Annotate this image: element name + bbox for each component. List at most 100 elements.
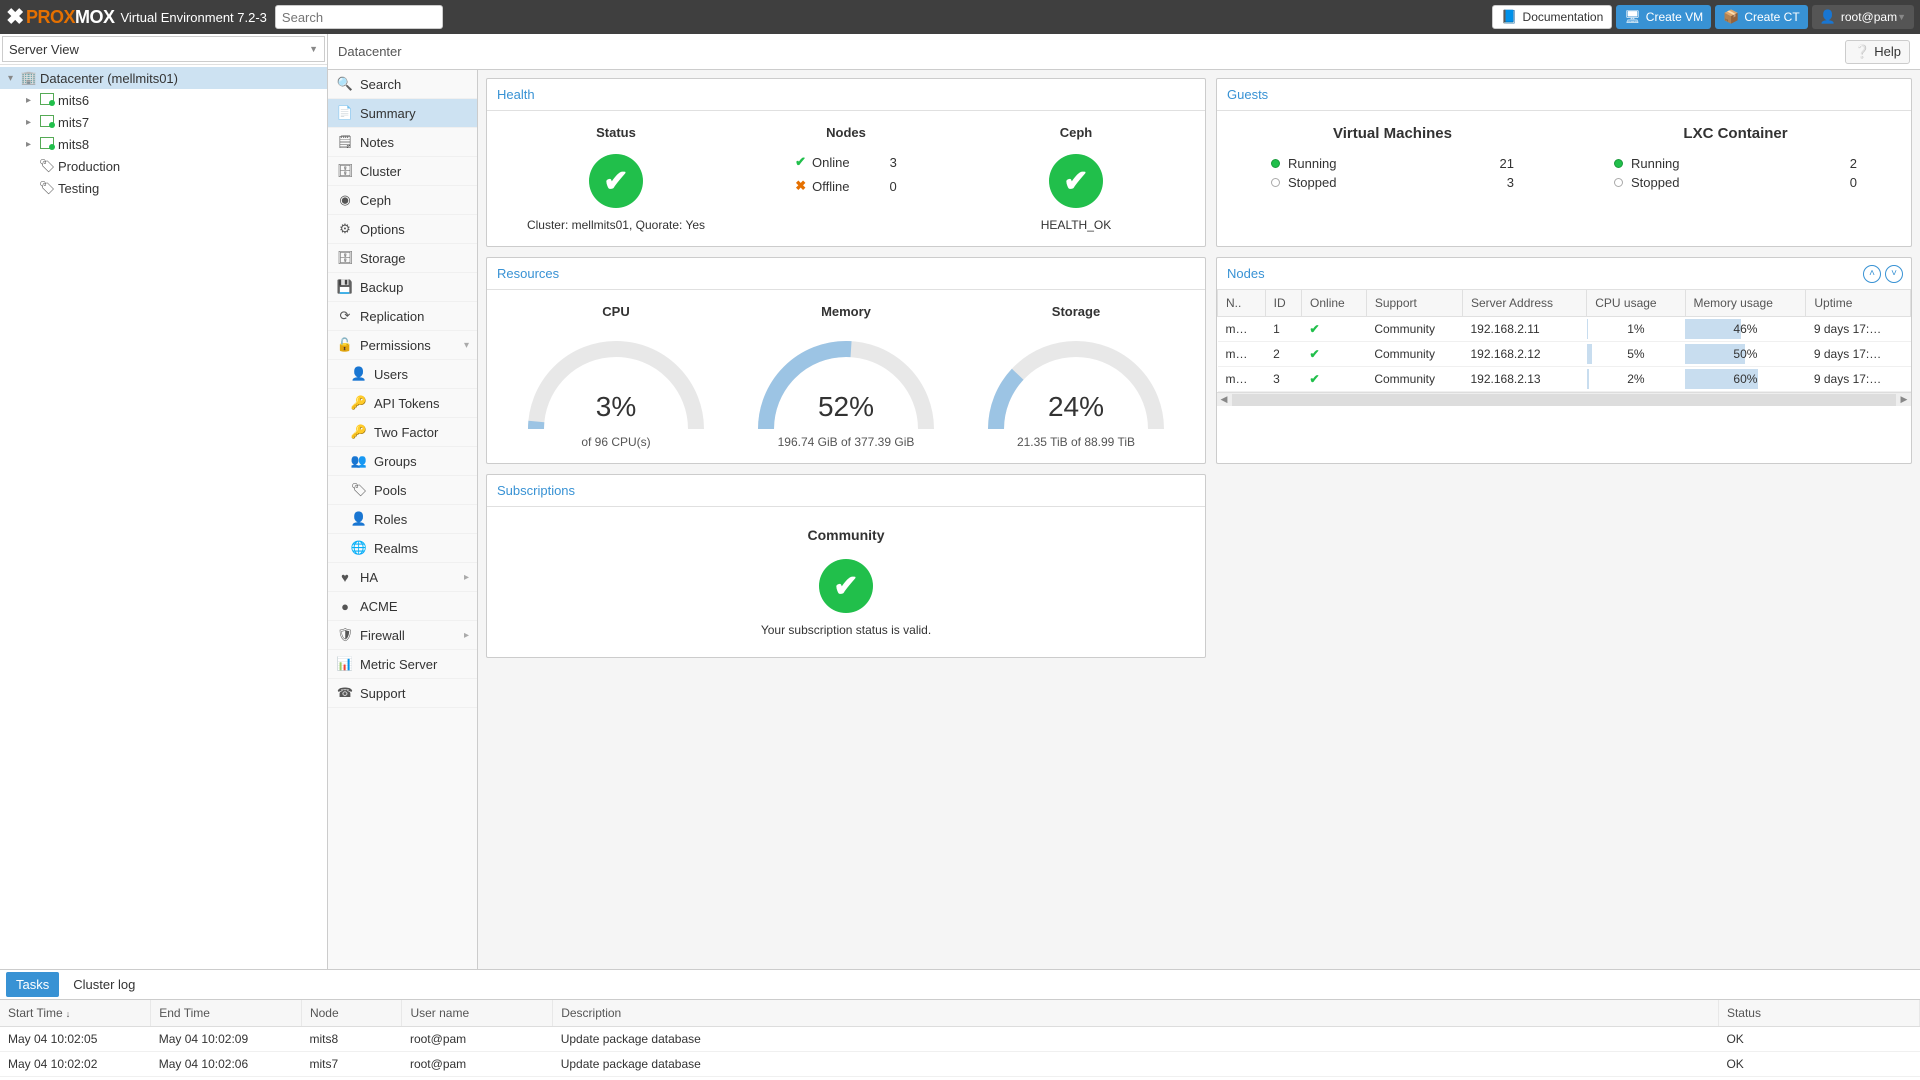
expand-icon: ▾ [464,340,469,351]
inner-nav: 🔍Search📄Summary🗒Notes🗄Cluster◉Ceph⚙Optio… [328,70,478,969]
scroll-right-icon[interactable]: ▶ [1897,394,1911,405]
col-header[interactable]: Uptime [1806,290,1911,317]
nav-item-summary[interactable]: 📄Summary [328,99,477,128]
nodes-panel: Nodes ˄ ˅ N..IDOnlineSupportServer Addre… [1216,257,1912,464]
nav-item-two-factor[interactable]: 🔑Two Factor [328,418,477,447]
tag-icon: 🏷 [38,158,56,174]
col-header[interactable]: CPU usage [1587,290,1685,317]
tab-tasks[interactable]: Tasks [6,972,59,997]
server-icon [38,93,56,108]
nav-item-ceph[interactable]: ◉Ceph [328,186,477,215]
tree-node[interactable]: ▸mits7 [0,111,327,133]
table-row[interactable]: m…1✔Community192.168.2.111%46%9 days 17:… [1218,317,1911,342]
nav-item-groups[interactable]: 👥Groups [328,447,477,476]
nav-item-storage[interactable]: 🗄Storage [328,244,477,273]
table-row[interactable]: May 04 10:02:05May 04 10:02:09mits8root@… [0,1027,1920,1052]
col-header[interactable]: Description [553,1000,1719,1027]
nav-label: Firewall [360,628,405,643]
chevron-down-icon[interactable]: ˅ [1885,265,1903,283]
gauge-subtitle: of 96 CPU(s) [501,435,731,449]
col-header[interactable]: ID [1265,290,1301,317]
lxc-running-count: 2 [1850,156,1857,171]
subscriptions-panel: Subscriptions Community ✔ Your subscript… [486,474,1206,658]
tab-cluster-log[interactable]: Cluster log [63,972,145,997]
user-menu-button[interactable]: 👤root@pam ▼ [1812,5,1914,29]
col-header[interactable]: Support [1366,290,1462,317]
logo-x-icon: ✖ [6,4,24,30]
tree-node[interactable]: ▸ mits6 [0,89,327,111]
stopped-dot-icon [1614,178,1623,187]
nav-label: ACME [360,599,398,614]
col-header[interactable]: Memory usage [1685,290,1806,317]
expand-icon[interactable]: ▸ [26,117,38,128]
version-label: Virtual Environment 7.2-3 [120,10,266,25]
collapse-icon[interactable]: ▾ [8,73,20,84]
nav-icon: 🔑 [350,395,368,411]
table-row[interactable]: May 04 10:02:02May 04 10:02:06mits7root@… [0,1052,1920,1077]
nav-item-metric-server[interactable]: 📊Metric Server [328,650,477,679]
nav-item-roles[interactable]: 👤Roles [328,505,477,534]
nav-item-replication[interactable]: ⟳Replication [328,302,477,331]
table-row[interactable]: m…3✔Community192.168.2.132%60%9 days 17:… [1218,367,1911,392]
chevron-up-icon[interactable]: ˄ [1863,265,1881,283]
subscription-level: Community [507,527,1185,543]
table-row[interactable]: m…2✔Community192.168.2.125%50%9 days 17:… [1218,342,1911,367]
tree-node[interactable]: ▸mits8 [0,133,327,155]
nav-item-acme[interactable]: ●ACME [328,592,477,621]
nav-icon: 🛡 [336,627,354,643]
nav-item-realms[interactable]: 🌐 Realms [328,534,477,563]
nav-item-pools[interactable]: 🏷Pools [328,476,477,505]
nav-label: Pools [374,483,407,498]
col-header[interactable]: Online [1302,290,1367,317]
nav-item-users[interactable]: 👤Users [328,360,477,389]
expand-icon[interactable]: ▸ [26,95,38,106]
col-header[interactable]: End Time [151,1000,302,1027]
create-vm-button[interactable]: 🖥Create VM [1616,5,1711,29]
nav-label: Realms [374,541,418,556]
help-button[interactable]: ❔Help [1845,40,1910,64]
gauge-value: 52% [746,391,946,423]
gauge-cpu: CPU 3% of 96 CPU(s) [501,304,731,449]
create-ct-button[interactable]: 📦Create CT [1715,5,1808,29]
vm-running-count: 21 [1500,156,1514,171]
view-selector[interactable]: Server View ▼ [2,36,325,62]
nav-item-search[interactable]: 🔍Search [328,70,477,99]
page-title: Datacenter [338,44,402,59]
nav-item-options[interactable]: ⚙Options [328,215,477,244]
scroll-left-icon[interactable]: ◀ [1217,394,1231,405]
nav-item-backup[interactable]: 💾Backup [328,273,477,302]
vm-heading: Virtual Machines [1231,125,1554,142]
tree-pool[interactable]: 🏷Production [0,155,327,177]
nav-icon: 🗒 [336,134,354,150]
search-input[interactable] [275,5,443,29]
tree-pool[interactable]: 🏷Testing [0,177,327,199]
tree-label: mits6 [58,93,89,108]
nav-label: Groups [374,454,417,469]
health-status-column: Status ✔ Cluster: mellmits01, Quorate: Y… [501,125,731,232]
nav-item-notes[interactable]: 🗒Notes [328,128,477,157]
nav-icon: 📊 [336,656,354,672]
nav-item-cluster[interactable]: 🗄Cluster [328,157,477,186]
x-icon: ✖ [795,178,806,194]
documentation-button[interactable]: 📘Documentation [1492,5,1612,29]
col-header[interactable]: Status [1718,1000,1919,1027]
nav-icon: 🌐 [350,540,368,556]
tree-label: Datacenter (mellmits01) [40,71,178,86]
nav-label: Backup [360,280,403,295]
col-header[interactable]: User name [402,1000,553,1027]
col-header[interactable]: Server Address [1463,290,1587,317]
tree-datacenter[interactable]: ▾ 🏢 Datacenter (mellmits01) [0,67,327,89]
expand-icon[interactable]: ▸ [26,139,38,150]
nodes-nav-arrows: ˄ ˅ [1863,265,1911,283]
nav-item-api-tokens[interactable]: 🔑API Tokens [328,389,477,418]
check-icon: ✔ [1049,154,1103,208]
nav-item-support[interactable]: ☎Support [328,679,477,708]
col-header[interactable]: Start Time↓ [0,1000,151,1027]
nav-item-firewall[interactable]: 🛡Firewall▸ [328,621,477,650]
horizontal-scrollbar[interactable]: ◀▶ [1217,392,1911,406]
nav-item-permissions[interactable]: 🔓Permissions▾ [328,331,477,360]
nav-item-ha[interactable]: ♥HA▸ [328,563,477,592]
col-header[interactable]: N.. [1218,290,1266,317]
gauge-sto: Storage 24% 21.35 TiB of 88.99 TiB [961,304,1191,449]
col-header[interactable]: Node [301,1000,401,1027]
